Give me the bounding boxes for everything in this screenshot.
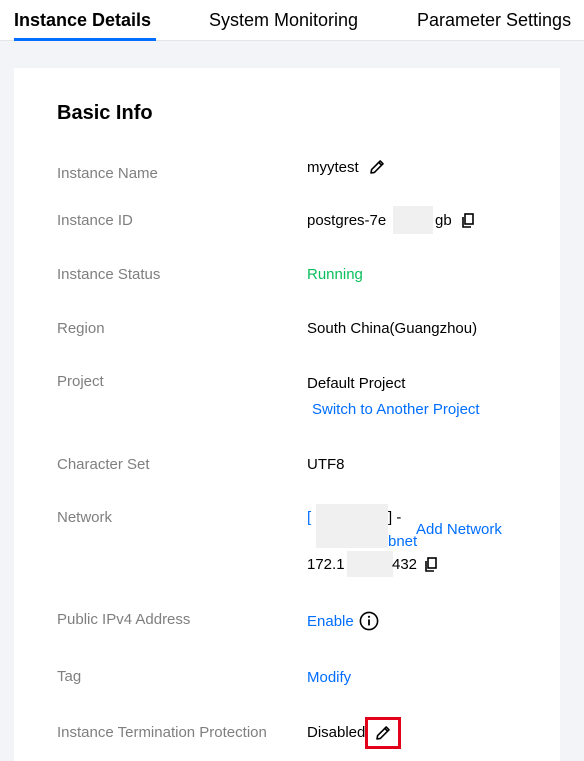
character-set-value: UTF8	[307, 456, 345, 473]
edit-icon[interactable]	[368, 158, 386, 181]
instance-name-value: myytest	[307, 159, 359, 176]
copy-icon[interactable]	[461, 213, 475, 234]
instance-id-suffix: gb	[435, 212, 452, 229]
active-tab-indicator	[14, 38, 156, 41]
tab-system-monitoring[interactable]: System Monitoring	[209, 10, 358, 31]
project-value: Default Project	[307, 375, 406, 392]
add-network-link[interactable]: Add Network	[416, 521, 502, 538]
info-icon[interactable]	[359, 611, 379, 636]
ip-prefix: 172.1	[307, 556, 345, 573]
switch-project-link[interactable]: Switch to Another Project	[312, 401, 480, 418]
instance-id-label: Instance ID	[57, 212, 133, 229]
instance-status-label: Instance Status	[57, 266, 161, 283]
termination-protection-label: Instance Termination Protection	[57, 724, 267, 741]
edit-icon[interactable]	[374, 724, 392, 747]
project-label: Project	[57, 373, 104, 390]
public-ipv4-label: Public IPv4 Address	[57, 611, 191, 628]
character-set-label: Character Set	[57, 456, 150, 473]
enable-public-ip-link[interactable]: Enable	[307, 613, 354, 630]
region-value: South China(Guangzhou)	[307, 320, 478, 337]
redacted-region	[393, 206, 433, 234]
ip-suffix: 432	[392, 556, 418, 573]
instance-id-prefix: postgres-7e	[307, 212, 387, 229]
modify-tag-link[interactable]: Modify	[307, 669, 351, 686]
termination-protection-value: Disabled	[307, 724, 366, 741]
instance-status-value: Running	[307, 266, 363, 283]
subnet-link[interactable]: bnet	[388, 533, 417, 550]
region-label: Region	[57, 320, 105, 337]
vpc-link-suffix: ] -	[388, 509, 402, 526]
tab-bar: Instance Details System Monitoring Param…	[0, 0, 584, 41]
redacted-region	[316, 504, 388, 548]
copy-icon[interactable]	[424, 557, 438, 578]
tab-instance-details[interactable]: Instance Details	[14, 10, 151, 31]
tag-label: Tag	[57, 668, 82, 685]
network-label: Network	[57, 509, 113, 526]
section-title: Basic Info	[57, 102, 153, 124]
redacted-region	[347, 551, 393, 577]
vpc-link-prefix[interactable]: [	[307, 509, 311, 526]
tab-parameter-settings[interactable]: Parameter Settings	[417, 10, 571, 31]
instance-name-label: Instance Name	[57, 165, 158, 182]
